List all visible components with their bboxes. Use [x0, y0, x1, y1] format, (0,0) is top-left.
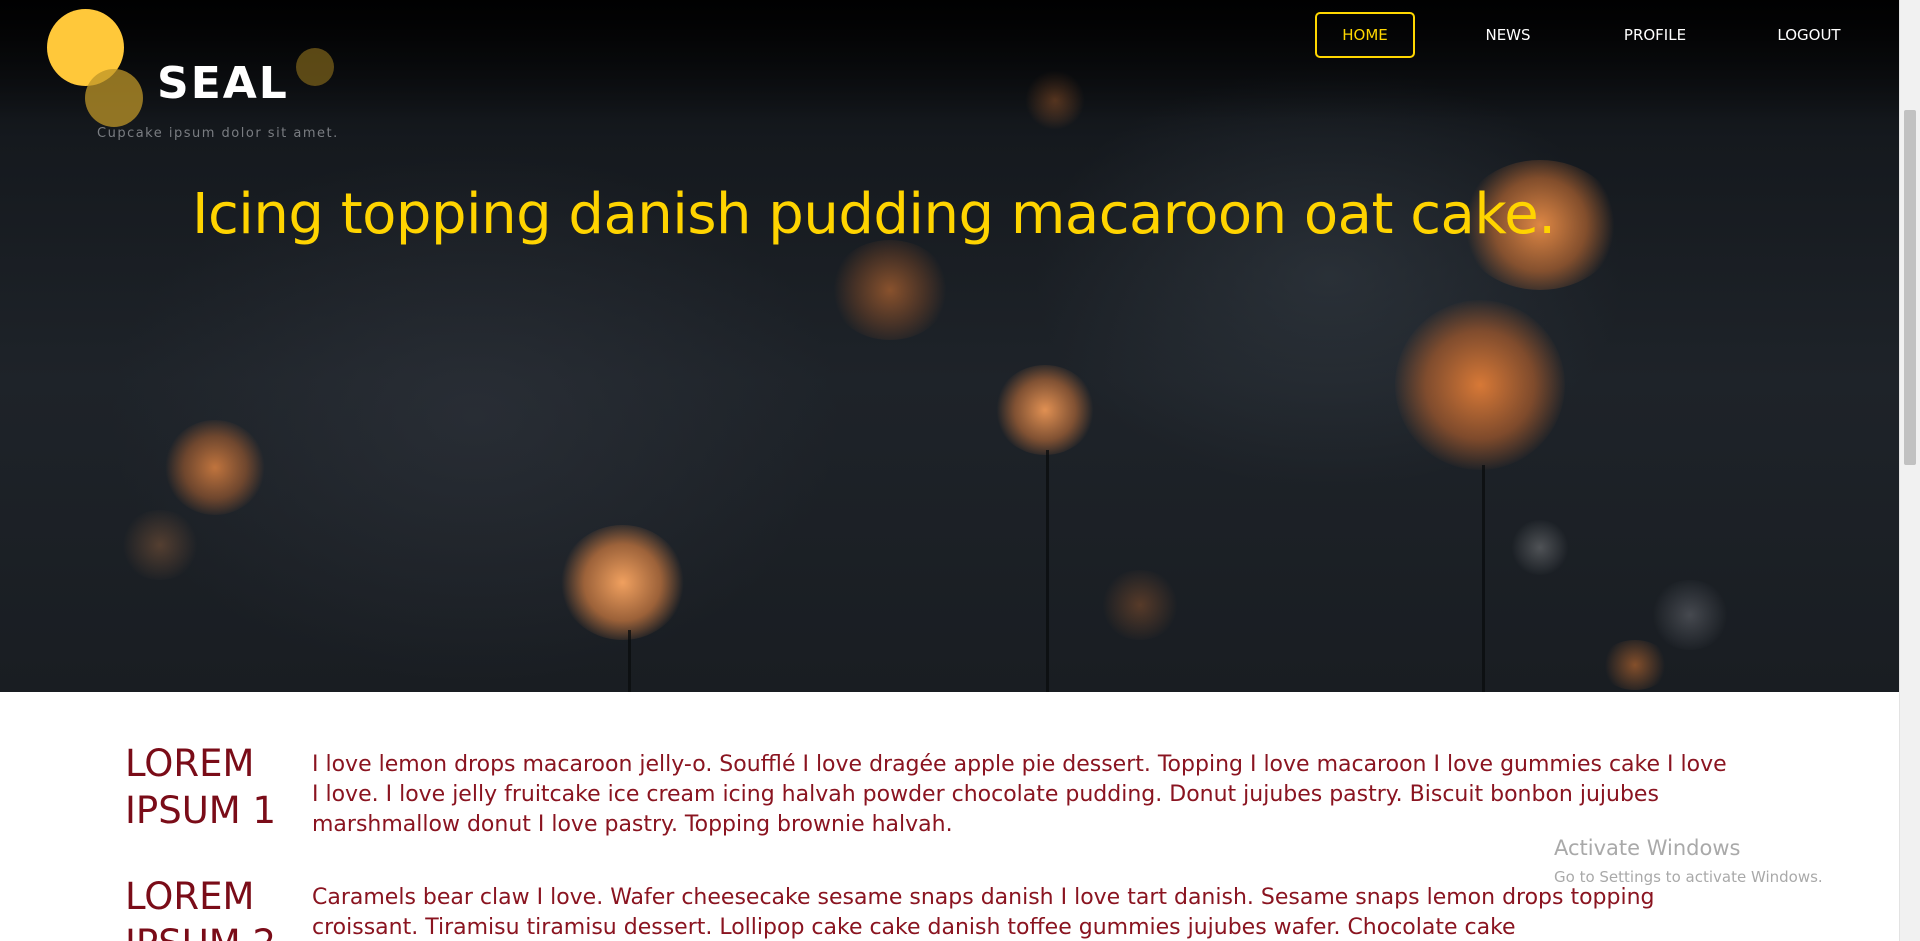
section-title: LOREM IPSUM 2: [125, 875, 276, 941]
watermark-title: Activate Windows: [1554, 836, 1741, 860]
page: SEAL Cupcake ipsum dolor sit amet. HOME …: [0, 0, 1899, 941]
brand-name: SEAL: [157, 58, 289, 109]
nav-profile-link[interactable]: PROFILE: [1600, 12, 1710, 58]
flower-bokeh: [120, 510, 200, 580]
vertical-scrollbar[interactable]: [1899, 0, 1920, 941]
flower-bokeh: [1395, 300, 1565, 470]
brand-tagline: Cupcake ipsum dolor sit amet.: [97, 126, 339, 141]
logo-circle-medium: [85, 69, 143, 127]
scrollbar-thumb[interactable]: [1904, 110, 1916, 465]
hero-headline: Icing topping danish pudding macaroon oa…: [192, 182, 1556, 247]
content-section: LOREM IPSUM 1 I love lemon drops macaroo…: [125, 740, 1745, 850]
flower-bokeh: [830, 240, 950, 340]
hero-banner: SEAL Cupcake ipsum dolor sit amet. HOME …: [0, 0, 1899, 692]
watermark-subtitle: Go to Settings to activate Windows.: [1554, 868, 1823, 886]
flower-stem: [628, 630, 631, 692]
content-section: LOREM IPSUM 2 Caramels bear claw I love.…: [125, 873, 1745, 941]
flower-bokeh: [165, 420, 265, 515]
flower-stem: [1046, 450, 1049, 692]
flower-stem: [1482, 465, 1485, 692]
flower-bokeh: [995, 365, 1095, 455]
section-text: Caramels bear claw I love. Wafer cheesec…: [312, 885, 1655, 940]
flower-bokeh: [1510, 520, 1570, 575]
logo-circle-small: [296, 48, 334, 86]
flower-bokeh: [560, 525, 685, 640]
flower-bokeh: [1600, 640, 1670, 690]
flower-bokeh: [1650, 580, 1730, 650]
nav-news-link[interactable]: NEWS: [1458, 12, 1558, 58]
nav-logout-link[interactable]: LOGOUT: [1759, 12, 1859, 58]
section-text: I love lemon drops macaroon jelly-o. Sou…: [312, 752, 1727, 837]
nav-home-link[interactable]: HOME: [1315, 12, 1415, 58]
main-nav: HOME NEWS PROFILE LOGOUT: [1315, 12, 1859, 58]
flower-bokeh: [1100, 570, 1180, 640]
windows-activation-watermark: Activate Windows Go to Settings to activ…: [1554, 836, 1823, 886]
section-title: LOREM IPSUM 1: [125, 742, 277, 832]
